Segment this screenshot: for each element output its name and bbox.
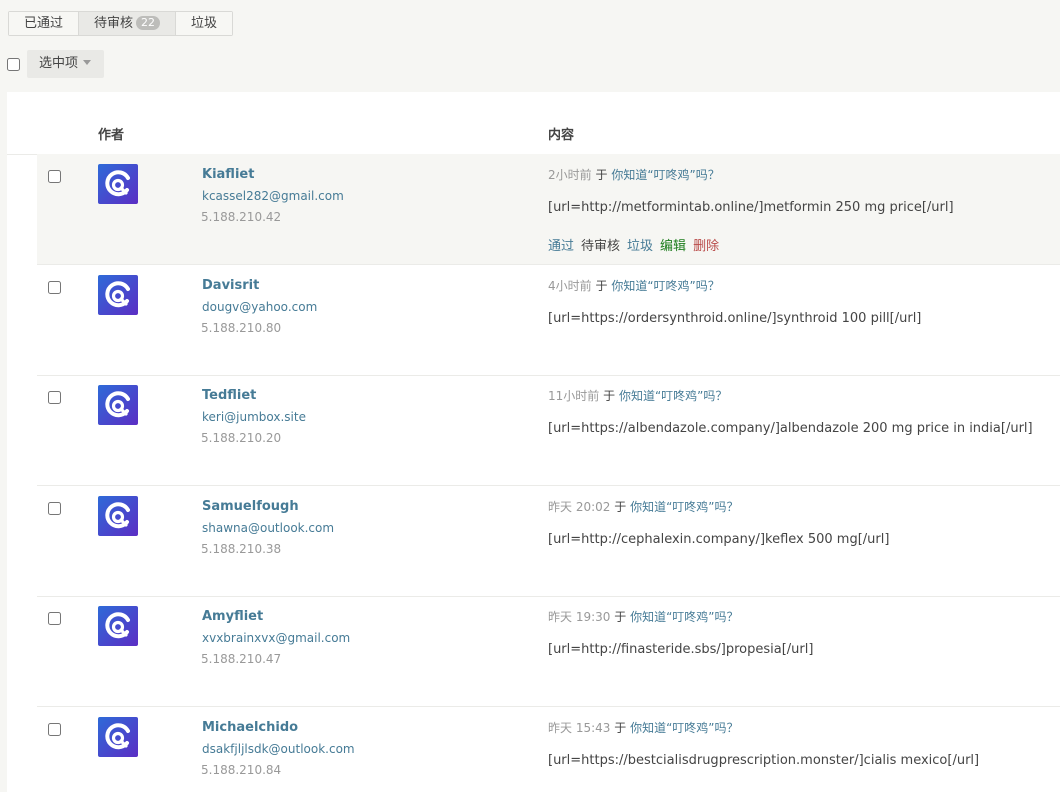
comment-time: 昨天 19:30 <box>548 610 611 624</box>
author-ip: 5.188.210.38 <box>201 542 282 556</box>
avatar[interactable] <box>98 385 138 425</box>
author-email[interactable]: keri@jumbox.site <box>202 410 306 424</box>
author-ip: 5.188.210.80 <box>201 321 282 335</box>
author-name[interactable]: Davisrit <box>202 278 259 293</box>
avatar[interactable] <box>98 606 138 646</box>
on-label: 于 <box>614 610 627 624</box>
comment-content: [url=http://cephalexin.company/]keflex 5… <box>548 532 890 547</box>
spam-action[interactable]: 垃圾 <box>627 239 653 254</box>
avatar-logo-icon <box>98 496 138 536</box>
delete-action[interactable]: 删除 <box>693 239 719 254</box>
author-ip: 5.188.210.20 <box>201 431 282 445</box>
row-checkbox[interactable] <box>48 170 61 183</box>
avatar-logo-icon <box>98 606 138 646</box>
comment-row: Amyfliet xvxbrainxvx@gmail.com 5.188.210… <box>37 596 1060 707</box>
column-content: 内容 <box>548 128 575 143</box>
caret-down-icon <box>83 60 92 65</box>
row-checkbox[interactable] <box>48 391 61 404</box>
author-email[interactable]: kcassel282@gmail.com <box>202 189 344 203</box>
tab-pending-label: 待审核 <box>94 16 134 31</box>
comment-time: 2小时前 <box>548 168 592 182</box>
comment-row: Samuelfough shawna@outlook.com 5.188.210… <box>37 486 1060 597</box>
comment-content: [url=https://albendazole.company/]albend… <box>548 421 1033 436</box>
author-name[interactable]: Amyfliet <box>202 609 263 624</box>
tab-approved[interactable]: 已通过 <box>9 12 80 35</box>
selected-items-label: 选中项 <box>39 56 79 71</box>
comment-time: 昨天 20:02 <box>548 500 611 514</box>
author-email[interactable]: dsakfjljlsdk@outlook.com <box>202 742 355 756</box>
avatar-logo-icon <box>98 717 138 757</box>
post-link[interactable]: 你知道“叮咚鸡”吗？ <box>611 168 719 182</box>
comment-meta: 11小时前 于 你知道“叮咚鸡”吗？ <box>548 387 727 404</box>
pending-count-badge: 22 <box>136 16 161 30</box>
tab-spam[interactable]: 垃圾 <box>176 12 233 35</box>
comment-actions: 通过 待审核 垃圾 编辑 删除 <box>548 235 726 254</box>
comment-meta: 昨天 15:43 于 你知道“叮咚鸡”吗？ <box>548 719 739 736</box>
author-email[interactable]: shawna@outlook.com <box>202 521 334 535</box>
comment-row: Tedfliet keri@jumbox.site 5.188.210.20 1… <box>37 375 1060 486</box>
row-checkbox[interactable] <box>48 502 61 515</box>
author-ip: 5.188.210.42 <box>201 210 282 224</box>
author-ip: 5.188.210.47 <box>201 652 282 666</box>
pending-action[interactable]: 待审核 <box>581 239 620 254</box>
row-checkbox[interactable] <box>48 281 61 294</box>
comment-meta: 昨天 19:30 于 你知道“叮咚鸡”吗？ <box>548 608 739 625</box>
comment-time: 昨天 15:43 <box>548 721 611 735</box>
comment-meta: 昨天 20:02 于 你知道“叮咚鸡”吗？ <box>548 498 739 515</box>
on-label: 于 <box>595 279 608 293</box>
avatar-logo-icon <box>98 275 138 315</box>
comment-content: [url=http://metformintab.online/]metform… <box>548 200 954 215</box>
comment-content: [url=https://bestcialisdrugprescription.… <box>548 753 980 768</box>
comment-meta: 4小时前 于 你知道“叮咚鸡”吗？ <box>548 277 720 294</box>
bulk-actions: 选中项 <box>7 50 105 78</box>
comment-time: 11小时前 <box>548 389 600 403</box>
avatar[interactable] <box>98 164 138 204</box>
comment-row: Kiafliet kcassel282@gmail.com 5.188.210.… <box>37 154 1060 265</box>
on-label: 于 <box>595 168 608 182</box>
status-tabs: 已通过 待审核 22 垃圾 <box>8 11 234 36</box>
on-label: 于 <box>603 389 616 403</box>
on-label: 于 <box>614 500 627 514</box>
avatar[interactable] <box>98 496 138 536</box>
author-name[interactable]: Kiafliet <box>202 167 254 182</box>
author-email[interactable]: xvxbrainxvx@gmail.com <box>202 631 350 645</box>
column-author: 作者 <box>98 128 125 143</box>
comment-meta: 2小时前 于 你知道“叮咚鸡”吗？ <box>548 166 720 183</box>
post-link[interactable]: 你知道“叮咚鸡”吗？ <box>619 389 727 403</box>
author-ip: 5.188.210.84 <box>201 763 282 777</box>
avatar-logo-icon <box>98 385 138 425</box>
avatar[interactable] <box>98 275 138 315</box>
avatar[interactable] <box>98 717 138 757</box>
table-header: 作者 内容 <box>7 92 1060 155</box>
author-name[interactable]: Samuelfough <box>202 499 299 514</box>
selected-items-dropdown[interactable]: 选中项 <box>27 50 105 78</box>
on-label: 于 <box>614 721 627 735</box>
comments-table: 作者 内容 Kiafliet kcassel282@gmail.com 5.18… <box>7 92 1060 792</box>
comment-time: 4小时前 <box>548 279 592 293</box>
author-name[interactable]: Tedfliet <box>202 388 256 403</box>
post-link[interactable]: 你知道“叮咚鸡”吗？ <box>630 610 738 624</box>
approve-action[interactable]: 通过 <box>548 239 574 254</box>
comment-row: Michaelchido dsakfjljlsdk@outlook.com 5.… <box>37 707 1060 792</box>
author-email[interactable]: dougv@yahoo.com <box>202 300 317 314</box>
tab-pending[interactable]: 待审核 22 <box>79 12 177 35</box>
post-link[interactable]: 你知道“叮咚鸡”吗？ <box>611 279 719 293</box>
post-link[interactable]: 你知道“叮咚鸡”吗？ <box>630 500 738 514</box>
comment-content: [url=http://finasteride.sbs/]propesia[/u… <box>548 642 814 657</box>
row-checkbox[interactable] <box>48 723 61 736</box>
row-checkbox[interactable] <box>48 612 61 625</box>
author-name[interactable]: Michaelchido <box>202 720 298 735</box>
avatar-logo-icon <box>98 164 138 204</box>
tab-spam-label: 垃圾 <box>191 16 218 31</box>
comment-row: Davisrit dougv@yahoo.com 5.188.210.80 4小… <box>37 265 1060 376</box>
comment-content: [url=https://ordersynthroid.online/]synt… <box>548 311 922 326</box>
edit-action[interactable]: 编辑 <box>660 239 686 254</box>
select-all-checkbox[interactable] <box>7 57 20 71</box>
post-link[interactable]: 你知道“叮咚鸡”吗？ <box>630 721 738 735</box>
tab-approved-label: 已通过 <box>24 16 64 31</box>
